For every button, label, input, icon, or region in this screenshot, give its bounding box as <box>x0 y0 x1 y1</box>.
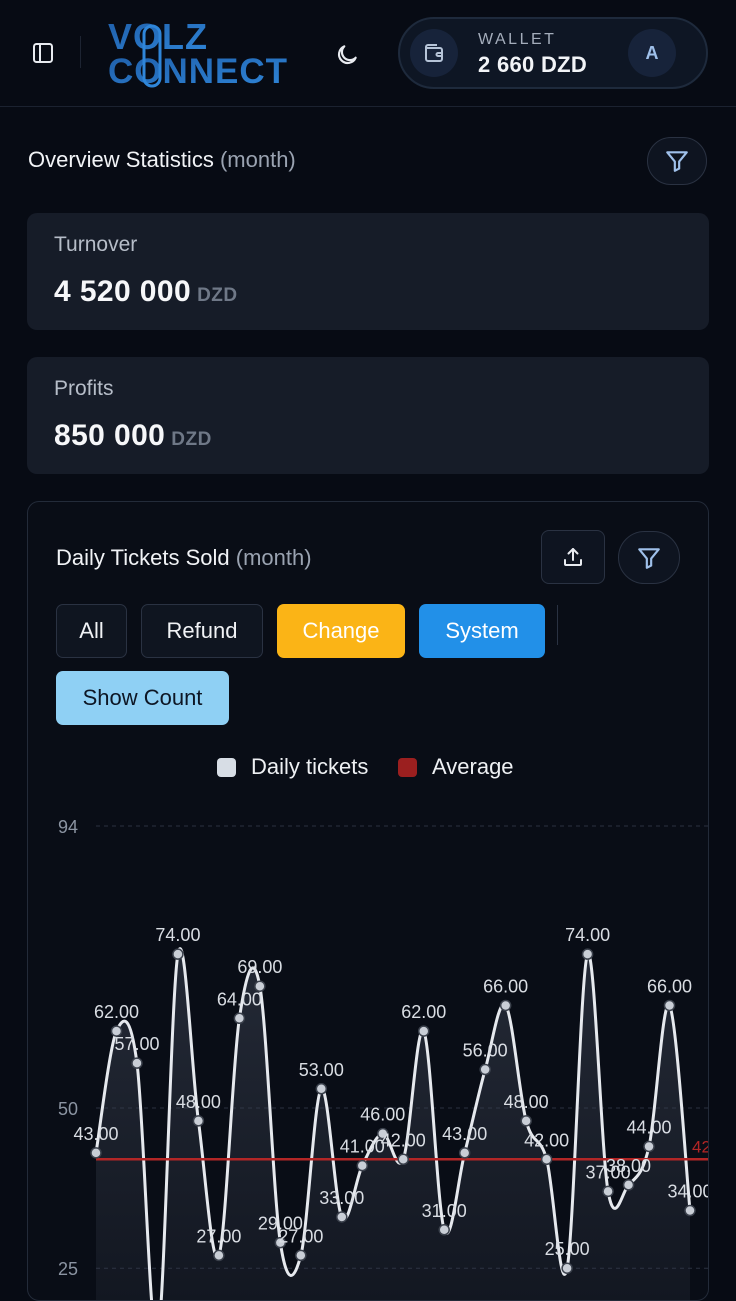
data-point <box>561 1262 573 1274</box>
profits-unit: DZD <box>171 429 212 450</box>
data-label: 44.00 <box>627 1117 672 1137</box>
data-label: 56.00 <box>463 1041 508 1061</box>
data-label: 46.00 <box>360 1105 405 1125</box>
wallet-icon <box>410 29 458 77</box>
moon-icon[interactable] <box>330 38 364 72</box>
data-label: 66.00 <box>483 976 528 996</box>
svg-text:CONNECT: CONNECT <box>108 52 288 88</box>
data-point <box>417 1025 430 1037</box>
profits-value: 850 000 DZD <box>54 419 212 453</box>
data-label: 42.00 <box>524 1130 569 1150</box>
data-point <box>172 948 184 960</box>
data-label: 41.00 <box>340 1137 385 1157</box>
overview-filter-button[interactable] <box>647 137 707 185</box>
profits-label: Profits <box>54 377 114 400</box>
turnover-label: Turnover <box>54 233 138 256</box>
data-label: 31.00 <box>422 1201 467 1221</box>
data-point <box>643 1140 655 1153</box>
turnover-card: Turnover 4 520 000 DZD <box>27 213 709 330</box>
data-label: 66.00 <box>647 976 692 996</box>
data-point <box>479 1063 491 1076</box>
top-bar: VOLZ CONNECT WALLET 2 660 DZD A <box>0 0 736 107</box>
data-label: 57.00 <box>114 1034 159 1054</box>
y-tick-label: 50 <box>58 1099 78 1119</box>
turnover-amount: 4 520 000 <box>54 275 192 308</box>
average-label: 42.00 <box>692 1137 709 1156</box>
data-label: 38.00 <box>606 1156 651 1176</box>
data-label: 53.00 <box>299 1060 344 1080</box>
data-point <box>397 1153 409 1166</box>
data-point <box>438 1224 450 1236</box>
data-point <box>520 1115 532 1127</box>
data-label: 33.00 <box>319 1188 364 1208</box>
profits-card: Profits 850 000 DZD <box>27 357 709 474</box>
data-label: 64.00 <box>217 989 262 1009</box>
wallet-pill[interactable]: WALLET 2 660 DZD A <box>398 17 708 89</box>
data-label: 74.00 <box>155 925 200 945</box>
data-label: 43.00 <box>442 1124 487 1144</box>
data-label: 27.00 <box>196 1226 241 1246</box>
data-label: 27.00 <box>278 1226 323 1246</box>
turnover-value: 4 520 000 DZD <box>54 275 238 309</box>
data-point <box>315 1083 328 1095</box>
volz-connect-logo: VOLZ CONNECT <box>108 18 288 88</box>
data-label: 48.00 <box>176 1092 221 1112</box>
wallet-balance: 2 660 DZD <box>478 52 588 77</box>
avatar[interactable]: A <box>628 29 676 77</box>
data-point <box>581 948 594 960</box>
data-point <box>213 1249 225 1262</box>
data-point <box>295 1249 307 1262</box>
data-point <box>499 999 512 1012</box>
data-point <box>663 999 676 1012</box>
data-label: 43.00 <box>73 1124 118 1144</box>
data-point <box>684 1204 696 1217</box>
data-point <box>233 1012 246 1025</box>
y-tick-label: 25 <box>58 1259 78 1279</box>
data-label: 48.00 <box>504 1092 549 1112</box>
data-label: 62.00 <box>401 1002 446 1022</box>
data-point <box>90 1147 102 1159</box>
sidebar-toggle-icon[interactable] <box>28 38 58 68</box>
data-point <box>192 1115 205 1127</box>
data-label: 25.00 <box>545 1239 590 1259</box>
data-label: 74.00 <box>565 925 610 945</box>
data-point <box>131 1057 143 1069</box>
data-label: 42.00 <box>381 1130 426 1150</box>
data-point <box>622 1179 635 1191</box>
data-label: 34.00 <box>667 1182 709 1202</box>
data-point <box>540 1153 553 1166</box>
daily-tickets-chart: 94 50 25 42.00 43.00 62.00 57.00 74.00 48.00 27.0… <box>58 817 709 1300</box>
overview-period: (month) <box>219 147 296 172</box>
data-label: 69.00 <box>237 957 282 977</box>
turnover-unit: DZD <box>197 285 238 306</box>
data-point <box>602 1185 614 1198</box>
overview-title-text: Overview Statistics <box>28 147 214 172</box>
data-label: 62.00 <box>94 1002 139 1022</box>
wallet-label: WALLET <box>478 31 557 48</box>
daily-tickets-card: Daily Tickets Sold (month) All Refund Ch… <box>27 501 709 1301</box>
data-point <box>254 980 266 992</box>
header-divider <box>80 36 81 68</box>
y-tick-label: 94 <box>58 817 78 837</box>
filter-icon <box>666 151 688 172</box>
profits-amount: 850 000 <box>54 419 166 452</box>
data-point <box>336 1211 348 1223</box>
data-point <box>356 1159 369 1172</box>
data-point <box>458 1147 471 1159</box>
overview-title: Overview Statistics (month) <box>28 147 296 173</box>
